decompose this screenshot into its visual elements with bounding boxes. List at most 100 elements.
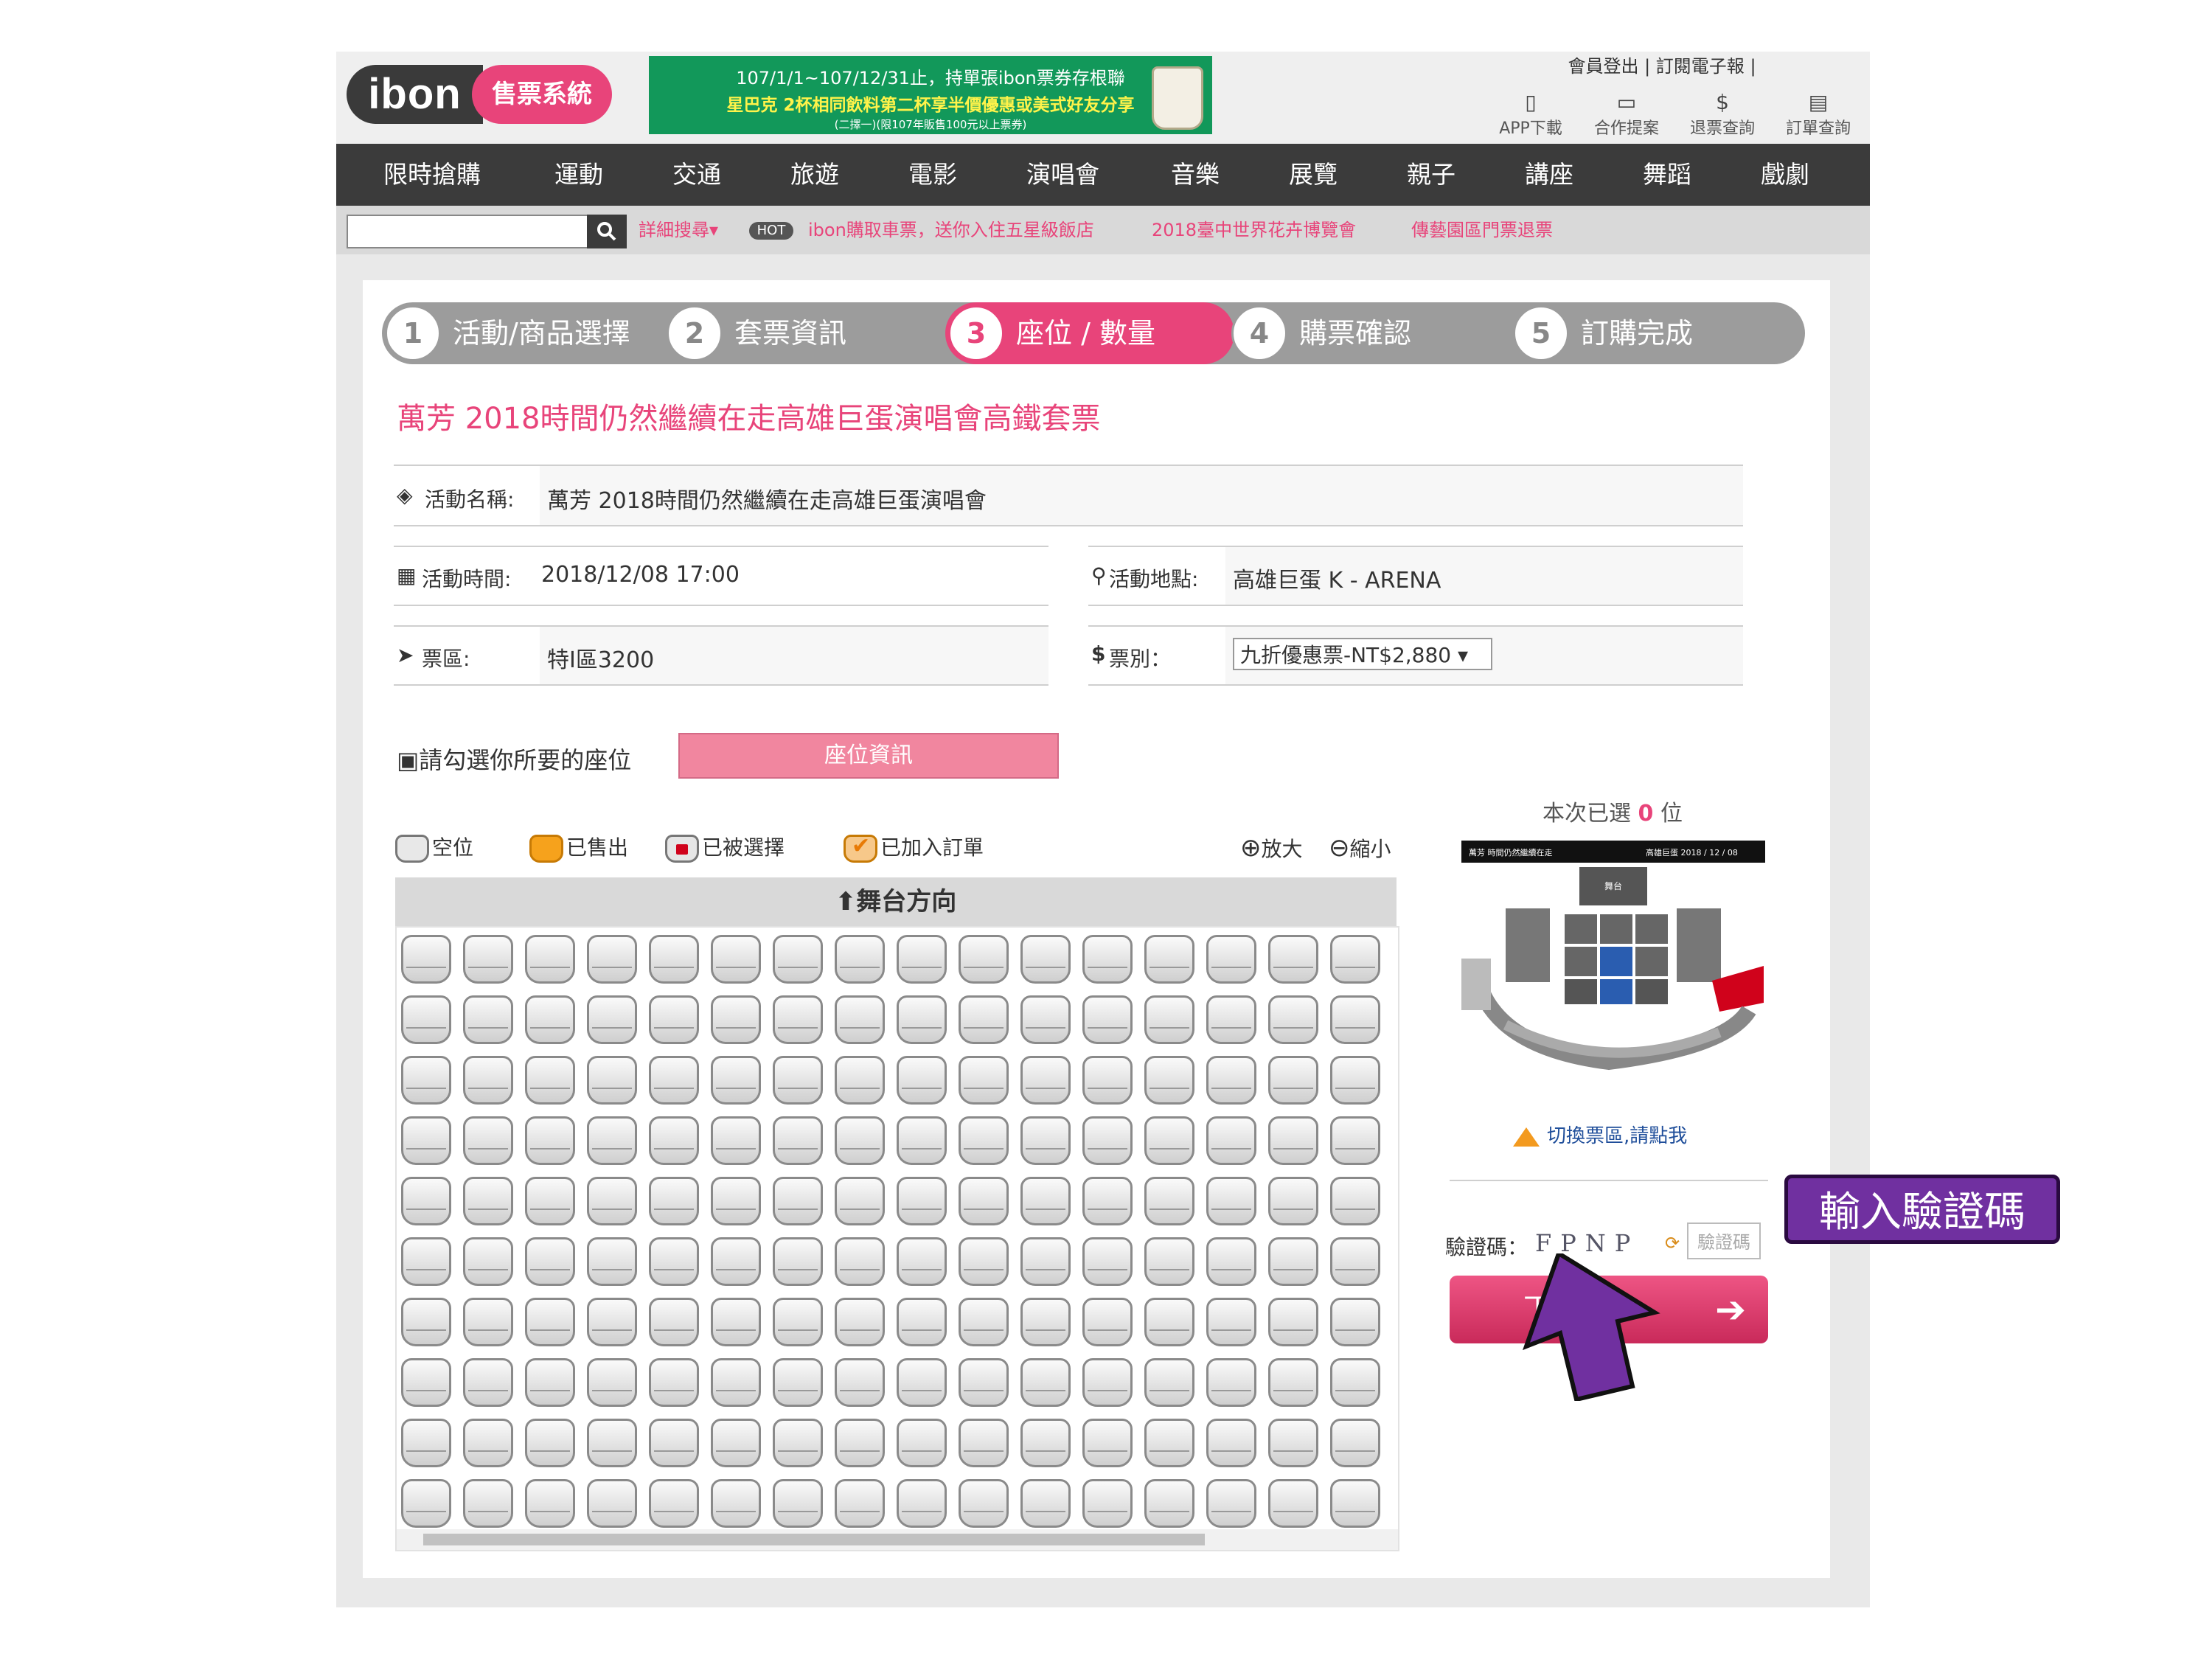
seat[interactable] [463,935,513,984]
seat[interactable] [897,935,947,984]
hot-link[interactable]: 2018臺中世界花卉博覽會 [1152,206,1356,254]
seat[interactable] [835,1419,885,1467]
seat-map[interactable] [395,926,1399,1551]
seat[interactable] [1020,1358,1071,1407]
seat[interactable] [525,1479,575,1528]
nav-item[interactable]: 演唱會 [1026,144,1099,206]
seat[interactable] [587,995,637,1044]
seat[interactable] [401,1419,451,1467]
seat[interactable] [587,1419,637,1467]
seat[interactable] [711,1298,761,1346]
seat[interactable] [525,1358,575,1407]
seat[interactable] [897,1419,947,1467]
nav-item[interactable]: 講座 [1525,144,1573,206]
tool-app-download[interactable]: ▯ APP下載 [1486,90,1575,139]
seat[interactable] [773,1298,823,1346]
seat[interactable] [1206,995,1256,1044]
seat[interactable] [773,1479,823,1528]
seat[interactable] [773,1056,823,1105]
seat[interactable] [587,1237,637,1286]
seat[interactable] [835,995,885,1044]
seat[interactable] [1020,1298,1071,1346]
seat[interactable] [897,1479,947,1528]
seat[interactable] [1330,1358,1380,1407]
scroll-thumb[interactable] [423,1534,1205,1545]
seat[interactable] [1082,1177,1133,1225]
tool-refund-query[interactable]: $ 退票查詢 [1678,90,1767,139]
seat[interactable] [835,1358,885,1407]
nav-item[interactable]: 戲劇 [1761,144,1809,206]
seat[interactable] [897,995,947,1044]
seat[interactable] [1268,995,1318,1044]
seat[interactable] [773,1116,823,1165]
seat[interactable] [773,1237,823,1286]
seat[interactable] [525,1298,575,1346]
seat[interactable] [1330,1056,1380,1105]
venue-map[interactable]: 萬芳 時間仍然繼續在走 高雄巨蛋 2018 / 12 / 08 舞台 [1461,841,1765,1113]
seat[interactable] [835,1116,885,1165]
nav-item[interactable]: 音樂 [1171,144,1220,206]
seat[interactable] [773,1419,823,1467]
seat[interactable] [1206,1419,1256,1467]
seat[interactable] [1020,1116,1071,1165]
seat[interactable] [711,1358,761,1407]
seat[interactable] [773,995,823,1044]
nav-item[interactable]: 限時搶購 [383,144,481,206]
seat[interactable] [1144,1237,1194,1286]
seat[interactable] [463,1056,513,1105]
seat[interactable] [773,1358,823,1407]
seat[interactable] [1268,1419,1318,1467]
seat[interactable] [1144,935,1194,984]
seat[interactable] [401,1479,451,1528]
seat[interactable] [711,1056,761,1105]
seat[interactable] [835,1177,885,1225]
nav-item[interactable]: 電影 [908,144,957,206]
tool-cooperation[interactable]: ▭ 合作提案 [1582,90,1671,139]
seat[interactable] [1268,1237,1318,1286]
seat[interactable] [525,1177,575,1225]
seat[interactable] [1082,1116,1133,1165]
seat[interactable] [1330,1298,1380,1346]
seat[interactable] [1206,935,1256,984]
seat[interactable] [401,1358,451,1407]
seat[interactable] [1082,1479,1133,1528]
seat[interactable] [1020,1056,1071,1105]
seat[interactable] [1144,1479,1194,1528]
seat[interactable] [1268,1177,1318,1225]
zoom-in-button[interactable]: ⊕放大 [1240,830,1303,866]
seat[interactable] [1082,1237,1133,1286]
seat[interactable] [525,935,575,984]
seat[interactable] [1330,1116,1380,1165]
seat[interactable] [1206,1177,1256,1225]
hot-link[interactable]: 傳藝園區門票退票 [1411,206,1553,254]
hot-link[interactable]: ibon購取車票，送你入住五星級飯店 [808,206,1094,254]
seat[interactable] [835,1479,885,1528]
seat[interactable] [959,995,1009,1044]
seat[interactable] [401,1237,451,1286]
seat[interactable] [649,935,699,984]
seat[interactable] [525,995,575,1044]
seat[interactable] [649,1116,699,1165]
seat[interactable] [1020,1419,1071,1467]
seat[interactable] [649,1358,699,1407]
switch-area-link[interactable]: 切換票區,請點我 [1513,1121,1687,1148]
ibon-logo[interactable]: ibon 售票系統 [347,65,619,124]
seat[interactable] [1206,1116,1256,1165]
seat[interactable] [897,1298,947,1346]
seat[interactable] [463,1298,513,1346]
ticket-type-select[interactable]: 九折優惠票-NT$2,880 ▾ [1233,638,1492,670]
nav-item[interactable]: 舞蹈 [1643,144,1691,206]
horizontal-scrollbar[interactable] [397,1529,1398,1550]
seat[interactable] [587,1298,637,1346]
promo-banner[interactable]: 107/1/1~107/12/31止，持單張ibon票券存根聯 星巴克 2杯相同… [649,56,1212,134]
seat[interactable] [587,1056,637,1105]
seat[interactable] [463,1116,513,1165]
seat[interactable] [1268,935,1318,984]
seat[interactable] [587,1479,637,1528]
seat[interactable] [959,935,1009,984]
seat[interactable] [1082,935,1133,984]
top-links[interactable]: 會員登出 | 訂閱電子報 | [1514,52,1809,77]
seat[interactable] [959,1056,1009,1105]
seat[interactable] [401,995,451,1044]
seat[interactable] [1144,1177,1194,1225]
